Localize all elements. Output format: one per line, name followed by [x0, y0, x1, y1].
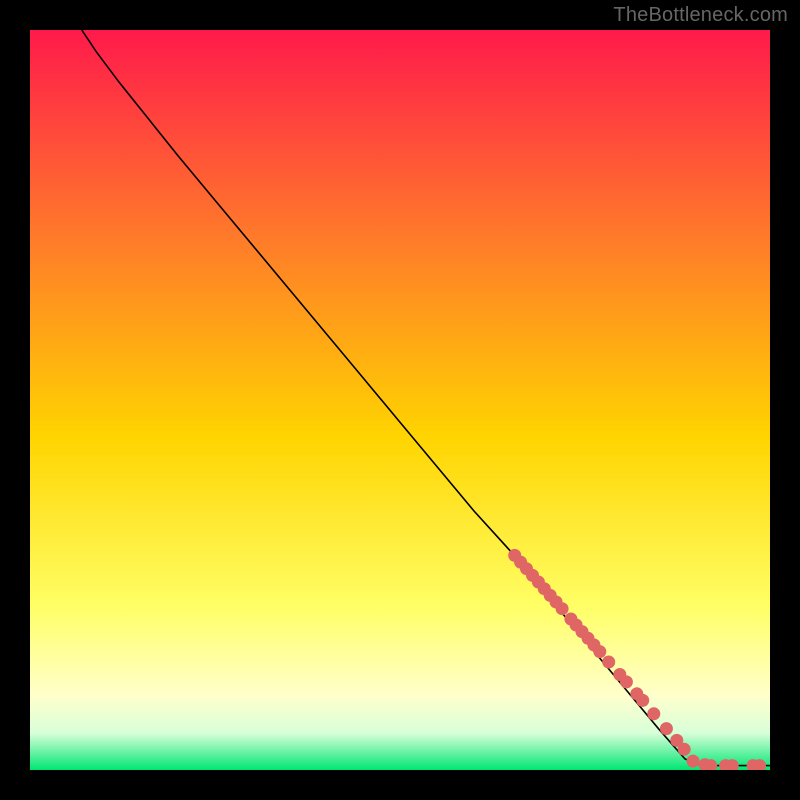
data-marker [593, 645, 606, 658]
data-marker [602, 656, 615, 669]
attribution-label: TheBottleneck.com [613, 4, 788, 27]
chart-plot [30, 30, 770, 770]
data-marker [660, 722, 673, 735]
chart-stage: TheBottleneck.com [0, 0, 800, 800]
data-marker [647, 707, 660, 720]
data-marker [620, 675, 633, 688]
data-marker [636, 694, 649, 707]
data-marker [687, 755, 700, 768]
gradient-background [30, 30, 770, 770]
chart-svg [30, 30, 770, 770]
data-marker [678, 743, 691, 756]
data-marker [556, 602, 569, 615]
